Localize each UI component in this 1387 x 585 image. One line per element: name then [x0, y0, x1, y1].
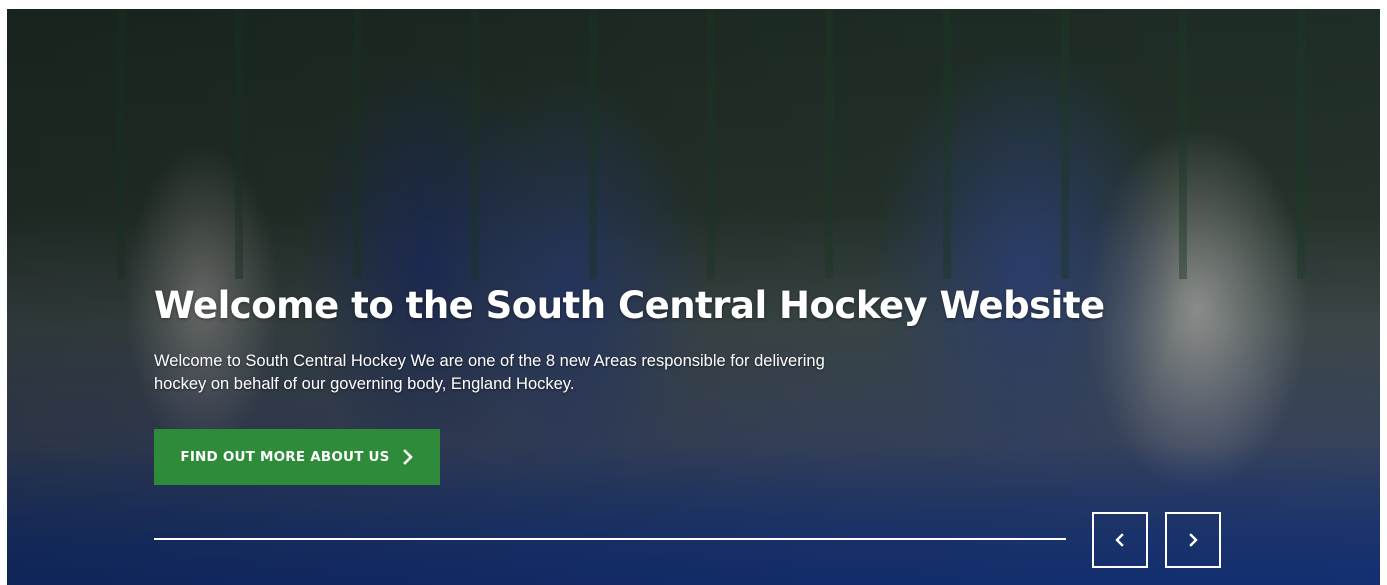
find-out-more-label: FIND OUT MORE ABOUT US	[180, 449, 390, 465]
slider-progress-line	[154, 538, 1066, 540]
slider-prev-button[interactable]	[1092, 512, 1148, 568]
chevron-right-icon	[402, 449, 414, 465]
hero-title: Welcome to the South Central Hockey Webs…	[154, 284, 1105, 327]
chevron-left-icon	[1115, 533, 1124, 547]
hero-banner: Welcome to the South Central Hockey Webs…	[7, 9, 1380, 585]
hero-description: Welcome to South Central Hockey We are o…	[154, 352, 825, 393]
find-out-more-button[interactable]: FIND OUT MORE ABOUT US	[154, 429, 440, 485]
slider-next-button[interactable]	[1165, 512, 1221, 568]
chevron-right-icon	[1189, 533, 1198, 547]
